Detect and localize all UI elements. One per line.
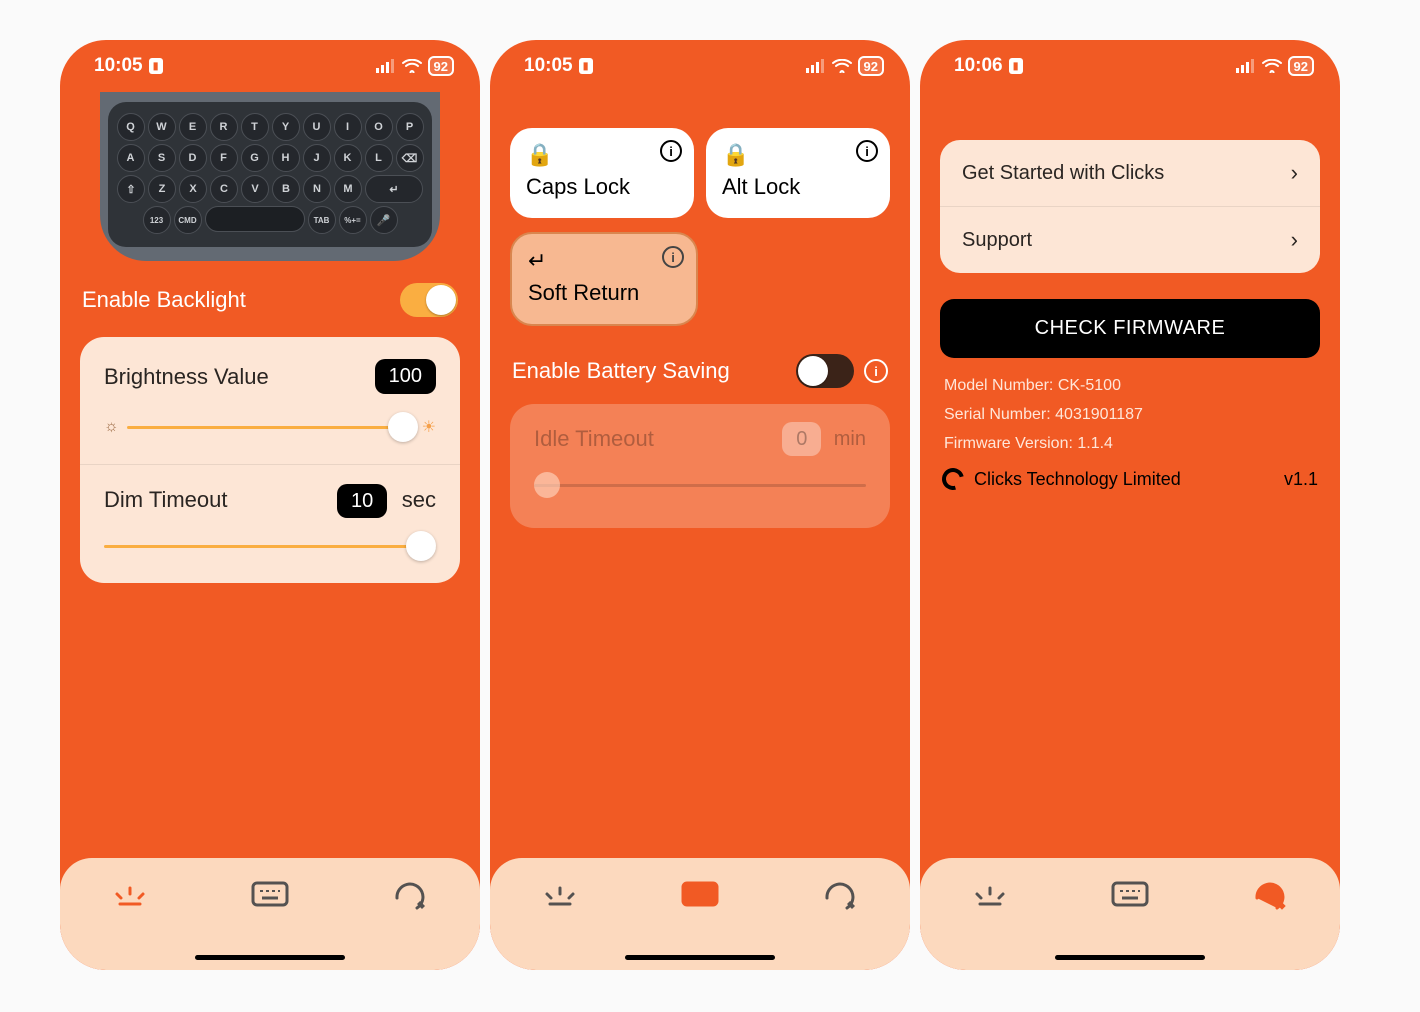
enable-backlight-row: Enable Backlight (60, 261, 480, 329)
app-version: v1.1 (1284, 469, 1318, 490)
backlight-icon (972, 880, 1008, 910)
clock: 10:05 (524, 55, 573, 77)
sim-icon: ▮ (149, 58, 163, 74)
tab-settings[interactable] (1240, 880, 1300, 912)
status-bar: 10:06 ▮ 92 (920, 40, 1340, 92)
keyboard-icon (680, 880, 720, 908)
tab-settings[interactable] (380, 880, 440, 912)
lock-caps-icon: 🔒 (526, 142, 678, 168)
check-firmware-button[interactable]: CHECK FIRMWARE (940, 299, 1320, 358)
settings-icon (1253, 880, 1287, 912)
info-icon[interactable]: i (856, 140, 878, 162)
tab-keyboard[interactable] (670, 880, 730, 908)
key-q: Q (117, 113, 145, 141)
card-soft-return[interactable]: i ↵ Soft Return (510, 232, 698, 326)
idle-timeout-label: Idle Timeout (534, 426, 654, 452)
sim-icon: ▮ (579, 58, 593, 74)
chevron-right-icon: › (1291, 160, 1298, 186)
signal-icon (1236, 59, 1256, 73)
tab-bar (490, 858, 910, 970)
list-item-get-started[interactable]: Get Started with Clicks › (940, 140, 1320, 206)
wifi-icon (1262, 59, 1282, 73)
card-title: Soft Return (528, 280, 639, 305)
clock: 10:06 (954, 55, 1003, 77)
backlight-icon (112, 880, 148, 910)
phone-screen-shortcuts: 10:05 ▮ 92 i 🔒 Caps Lock i 🔒 Alt Lock i … (490, 40, 910, 970)
firmware-version: Firmware Version: 1.1.4 (944, 430, 1316, 459)
wifi-icon (402, 59, 422, 73)
device-info: Model Number: CK-5100 Serial Number: 403… (944, 372, 1316, 458)
battery-badge: 92 (428, 56, 454, 76)
dim-timeout-slider[interactable] (104, 537, 436, 555)
lock-alt-icon: 🔒 (722, 142, 874, 168)
idle-timeout-unit: min (834, 428, 866, 450)
home-indicator (1055, 955, 1205, 960)
phone-screen-support: 10:06 ▮ 92 Get Started with Clicks › Sup… (920, 40, 1340, 970)
card-title: Caps Lock (526, 174, 630, 199)
keyboard-icon (1110, 880, 1150, 908)
enable-backlight-label: Enable Backlight (82, 287, 246, 313)
keyboard-preview: QWERTYUIOP ASDFGHJKL⌫ ⇧ZXCVBNM↵ 123CMDTA… (100, 92, 440, 261)
chevron-right-icon: › (1291, 227, 1298, 253)
list-item-label: Get Started with Clicks (962, 162, 1164, 185)
battery-badge: 92 (1288, 56, 1314, 76)
dim-timeout-unit: sec (402, 487, 436, 512)
phone-screen-backlight: 10:05 ▮ 92 QWERTYUIOP ASDFGHJKL⌫ ⇧ZXCVBN… (60, 40, 480, 970)
serial-number: Serial Number: 4031901187 (944, 401, 1316, 430)
enable-backlight-switch[interactable] (400, 283, 458, 317)
backlight-icon (542, 880, 578, 910)
info-icon[interactable]: i (660, 140, 682, 162)
status-bar: 10:05 ▮ 92 (60, 40, 480, 92)
card-title: Alt Lock (722, 174, 800, 199)
tab-backlight[interactable] (530, 880, 590, 910)
company-name: Clicks Technology Limited (974, 469, 1181, 490)
battery-saving-row: Enable Battery Saving i (490, 326, 910, 398)
idle-timeout-panel: Idle Timeout 0 min (510, 404, 890, 528)
brightness-low-icon: ☼ (104, 418, 119, 436)
home-indicator (195, 955, 345, 960)
tab-bar (60, 858, 480, 970)
tab-settings[interactable] (810, 880, 870, 912)
model-number: Model Number: CK-5100 (944, 372, 1316, 401)
tab-bar (920, 858, 1340, 970)
support-list: Get Started with Clicks › Support › (940, 140, 1320, 273)
return-icon: ↵ (528, 248, 680, 274)
info-icon[interactable]: i (662, 246, 684, 268)
list-item-support[interactable]: Support › (940, 207, 1320, 273)
keyboard-icon (250, 880, 290, 908)
brightness-high-icon: ☀ (422, 417, 436, 437)
tab-backlight[interactable] (100, 880, 160, 910)
battery-badge: 92 (858, 56, 884, 76)
clock: 10:05 (94, 55, 143, 77)
status-bar: 10:05 ▮ 92 (490, 40, 910, 92)
brightness-label: Brightness Value (104, 364, 269, 390)
tab-keyboard[interactable] (240, 880, 300, 908)
idle-timeout-value: 0 (782, 422, 821, 456)
sim-icon: ▮ (1009, 58, 1023, 74)
battery-saving-label: Enable Battery Saving (512, 358, 730, 384)
wifi-icon (832, 59, 852, 73)
battery-saving-switch[interactable] (796, 354, 854, 388)
card-caps-lock[interactable]: i 🔒 Caps Lock (510, 128, 694, 218)
signal-icon (376, 59, 396, 73)
tab-keyboard[interactable] (1100, 880, 1160, 908)
brightness-value-badge: 100 (375, 359, 436, 394)
settings-icon (393, 880, 427, 912)
list-item-label: Support (962, 229, 1032, 252)
tab-backlight[interactable] (960, 880, 1020, 910)
signal-icon (806, 59, 826, 73)
company-row: Clicks Technology Limited v1.1 (942, 468, 1318, 490)
home-indicator (625, 955, 775, 960)
company-logo-icon (938, 464, 968, 494)
card-alt-lock[interactable]: i 🔒 Alt Lock (706, 128, 890, 218)
settings-icon (823, 880, 857, 912)
brightness-slider[interactable]: ☼ ☀ (104, 418, 436, 436)
button-label: CHECK FIRMWARE (1035, 317, 1226, 339)
dim-timeout-value-badge: 10 (337, 484, 387, 518)
backlight-panel: Brightness Value 100 ☼ ☀ Dim Timeout 10 … (80, 337, 460, 583)
info-icon[interactable]: i (864, 359, 888, 383)
dim-timeout-label: Dim Timeout (104, 487, 227, 513)
idle-timeout-slider (534, 476, 866, 494)
